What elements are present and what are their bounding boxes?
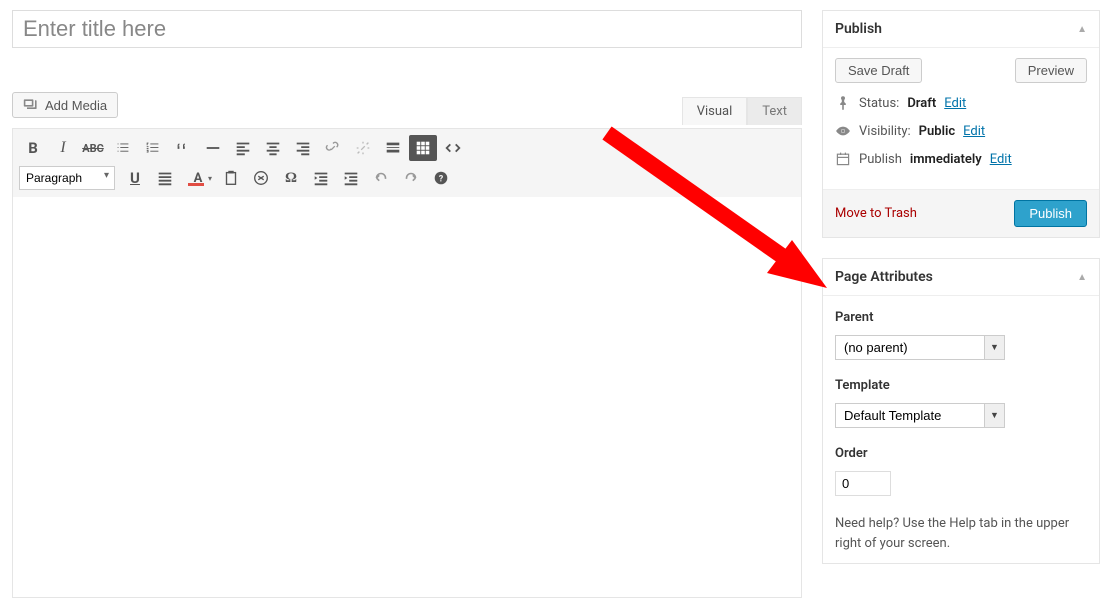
pin-icon bbox=[835, 95, 851, 111]
clear-format-btn[interactable] bbox=[247, 165, 275, 191]
publish-button[interactable]: Publish bbox=[1014, 200, 1087, 227]
quote-btn[interactable] bbox=[169, 135, 197, 161]
link-btn[interactable] bbox=[319, 135, 347, 161]
underline-btn[interactable]: U bbox=[121, 165, 149, 191]
tab-visual[interactable]: Visual bbox=[682, 97, 748, 125]
editor: Visual Text B I ABC bbox=[12, 128, 802, 598]
bold-btn[interactable]: B bbox=[19, 135, 47, 161]
edit-schedule-link[interactable]: Edit bbox=[990, 152, 1012, 167]
strike-btn[interactable]: ABC bbox=[79, 135, 107, 161]
parent-label: Parent bbox=[835, 310, 1087, 325]
outdent-btn[interactable] bbox=[307, 165, 335, 191]
align-right-btn[interactable] bbox=[289, 135, 317, 161]
tab-text[interactable]: Text bbox=[747, 97, 802, 125]
redo-btn[interactable] bbox=[397, 165, 425, 191]
format-select[interactable]: Paragraph bbox=[19, 166, 115, 190]
special-char-btn[interactable]: Ω bbox=[277, 165, 305, 191]
unlink-btn[interactable] bbox=[349, 135, 377, 161]
number-list-btn[interactable] bbox=[139, 135, 167, 161]
title-input[interactable] bbox=[12, 10, 802, 48]
chevron-down-icon[interactable]: ▼ bbox=[985, 335, 1005, 360]
editor-toolbar: B I ABC bbox=[13, 129, 801, 197]
schedule-row: Publish immediately Edit bbox=[835, 151, 1087, 167]
visibility-row: Visibility: Public Edit bbox=[835, 123, 1087, 139]
order-input[interactable] bbox=[835, 471, 891, 496]
align-center-btn[interactable] bbox=[259, 135, 287, 161]
preview-button[interactable]: Preview bbox=[1015, 58, 1087, 83]
order-label: Order bbox=[835, 446, 1087, 461]
undo-btn[interactable] bbox=[367, 165, 395, 191]
publish-box-title: Publish bbox=[835, 21, 882, 37]
edit-visibility-link[interactable]: Edit bbox=[963, 124, 985, 139]
template-select[interactable]: Default Template bbox=[835, 403, 985, 428]
publish-box: Publish ▲ Save Draft Preview Status: Dra… bbox=[822, 10, 1100, 238]
editor-body[interactable] bbox=[13, 197, 801, 597]
bullet-list-btn[interactable] bbox=[109, 135, 137, 161]
svg-text:?: ? bbox=[439, 175, 444, 185]
help-text: Need help? Use the Help tab in the upper… bbox=[835, 514, 1087, 553]
help-btn[interactable]: ? bbox=[427, 165, 455, 191]
template-label: Template bbox=[835, 378, 1087, 393]
justify-btn[interactable] bbox=[151, 165, 179, 191]
eye-icon bbox=[835, 123, 851, 139]
save-draft-button[interactable]: Save Draft bbox=[835, 58, 922, 83]
status-row: Status: Draft Edit bbox=[835, 95, 1087, 111]
publish-box-toggle[interactable]: ▲ bbox=[1077, 24, 1087, 35]
page-attributes-box: Page Attributes ▲ Parent (no parent) ▼ T… bbox=[822, 258, 1100, 564]
code-btn[interactable] bbox=[439, 135, 467, 161]
chevron-down-icon[interactable]: ▼ bbox=[985, 403, 1005, 428]
add-media-label: Add Media bbox=[45, 98, 107, 113]
paste-text-btn[interactable] bbox=[217, 165, 245, 191]
edit-status-link[interactable]: Edit bbox=[944, 96, 966, 111]
media-icon bbox=[23, 97, 39, 113]
italic-btn[interactable]: I bbox=[49, 135, 77, 161]
parent-select[interactable]: (no parent) bbox=[835, 335, 985, 360]
calendar-icon bbox=[835, 151, 851, 167]
text-color-btn[interactable]: A ▾ bbox=[181, 165, 215, 191]
page-attributes-title: Page Attributes bbox=[835, 269, 933, 285]
move-to-trash-link[interactable]: Move to Trash bbox=[835, 206, 917, 221]
page-attributes-toggle[interactable]: ▲ bbox=[1077, 272, 1087, 283]
indent-btn[interactable] bbox=[337, 165, 365, 191]
toolbar-toggle-btn[interactable] bbox=[409, 135, 437, 161]
hr-btn[interactable] bbox=[199, 135, 227, 161]
add-media-button[interactable]: Add Media bbox=[12, 92, 118, 118]
align-left-btn[interactable] bbox=[229, 135, 257, 161]
more-btn[interactable] bbox=[379, 135, 407, 161]
